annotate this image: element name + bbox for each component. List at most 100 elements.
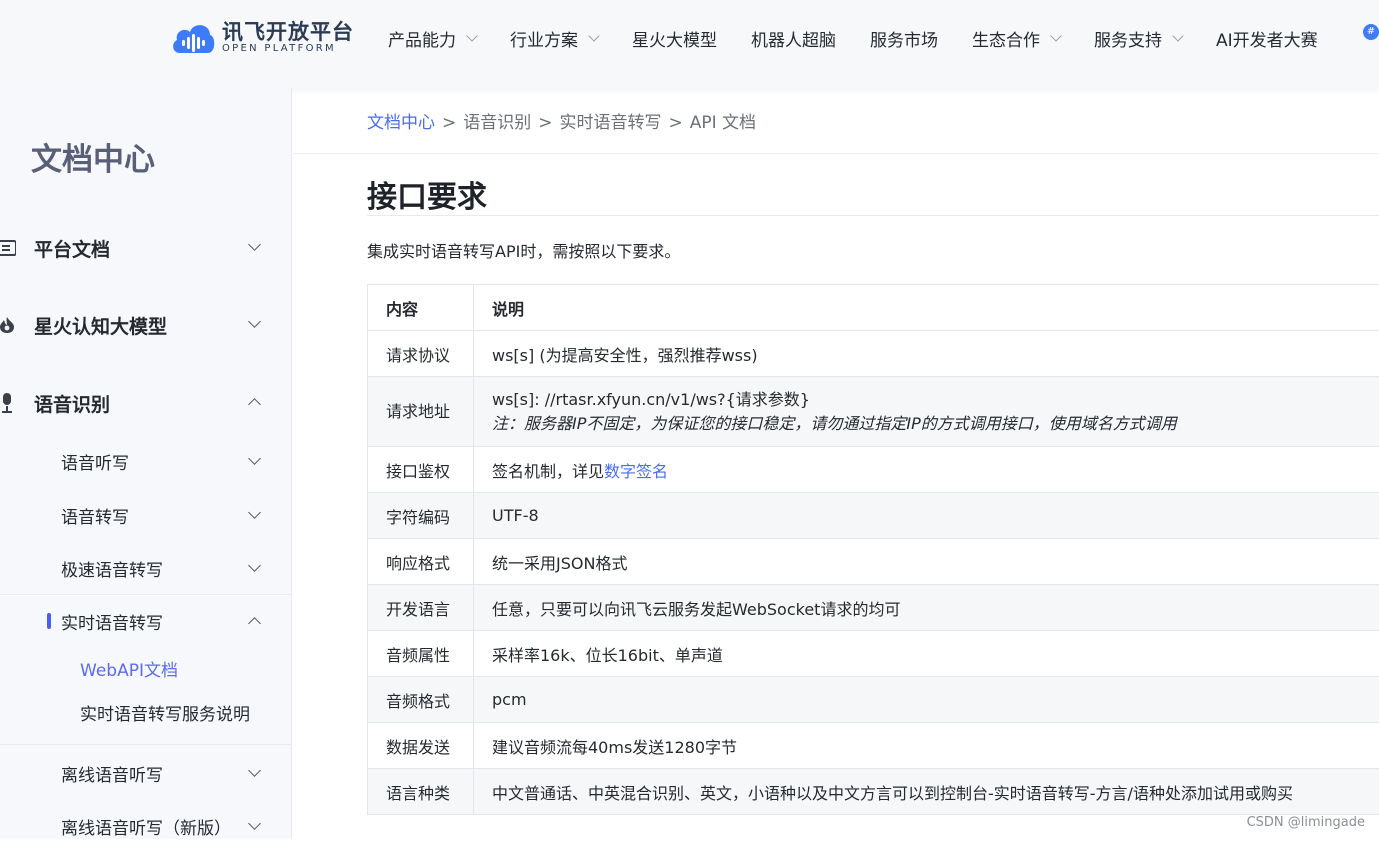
chevron-down-icon: [248, 452, 261, 465]
sidebar-leaf-service-description[interactable]: 实时语音转写服务说明: [0, 696, 292, 728]
breadcrumb-current: API 文档: [690, 113, 756, 133]
table-cell-name: 字符编码: [368, 493, 474, 539]
sidebar-item-speech-transcription[interactable]: 语音转写: [0, 497, 292, 533]
nav-item[interactable]: 产品能力: [388, 26, 476, 51]
sidebar-group-speech-recognition[interactable]: 语音识别: [0, 383, 292, 423]
chevron-down-icon: [248, 764, 261, 777]
digital-signature-link[interactable]: 数字签名: [604, 462, 668, 481]
chevron-down-icon: [248, 506, 261, 519]
chevron-down-icon: [248, 817, 261, 830]
main-nav: 产品能力 行业方案 星火大模型 机器人超脑 服务市场 生态合作 服务支持 AI开发者大赛: [388, 26, 1352, 51]
table-cell-desc: 统一采用JSON格式: [474, 539, 1379, 585]
title-divider: [367, 215, 1379, 216]
breadcrumb-item[interactable]: 实时语音转写: [560, 113, 662, 133]
nav-item-label: AI开发者大赛: [1216, 26, 1318, 51]
table-cell-name: 请求协议: [368, 331, 474, 377]
table-cell-name: 语言种类: [368, 769, 474, 815]
table-row: 语言种类中文普通话、中英混合识别、英文，小语种以及中文方言可以到控制台-实时语音…: [368, 769, 1379, 815]
breadcrumb: 文档中心 > 语音识别 > 实时语音转写 > API 文档: [367, 108, 756, 133]
table-cell-text: pcm: [492, 690, 527, 709]
requirements-table: 内容 说明 请求协议ws[s] (为提高安全性，强烈推荐wss)请求地址ws[s…: [367, 284, 1379, 815]
spark-icon: [0, 316, 16, 334]
table-cell-desc: 中文普通话、中英混合识别、英文，小语种以及中文方言可以到控制台-实时语音转写-方…: [474, 769, 1379, 815]
sidebar-leaf-label: 实时语音转写服务说明: [80, 700, 250, 725]
table-cell-text: 任意，只要可以向讯飞云服务发起WebSocket请求的均可: [492, 600, 900, 619]
logo[interactable]: 讯飞开放平台 OPEN PLATFORM: [170, 18, 354, 58]
chevron-up-icon: [248, 398, 261, 411]
sidebar-divider: [0, 744, 292, 745]
intro-text: 集成实时语音转写API时，需按照以下要求。: [367, 238, 680, 262]
table-row: 开发语言任意，只要可以向讯飞云服务发起WebSocket请求的均可: [368, 585, 1379, 631]
nav-item-label: 服务市场: [870, 26, 938, 51]
nav-item-label: 行业方案: [510, 26, 578, 51]
table-cell-desc: UTF-8: [474, 493, 1379, 539]
sidebar-group-label: 星火认知大模型: [34, 312, 167, 339]
table-cell-name: 开发语言: [368, 585, 474, 631]
breadcrumb-link-doc-center[interactable]: 文档中心: [367, 113, 435, 133]
chevron-down-icon: [248, 559, 261, 572]
sidebar-item-label: 极速语音转写: [61, 556, 163, 581]
sidebar-item-label: 语音转写: [61, 503, 129, 528]
nav-badge: #: [1363, 24, 1379, 40]
nav-item[interactable]: 星火大模型: [632, 26, 717, 51]
sidebar-title: 文档中心: [31, 134, 155, 179]
table-row: 音频格式 pcm: [368, 677, 1379, 723]
table-cell-desc: 建议音频流每40ms发送1280字节: [474, 723, 1379, 769]
page-title: 接口要求: [367, 172, 487, 216]
breadcrumb-separator: >: [538, 113, 552, 133]
table-cell-name: 响应格式: [368, 539, 474, 585]
nav-item-label: 星火大模型: [632, 26, 717, 51]
sidebar-group-label: 平台文档: [34, 235, 110, 262]
microphone-icon: [0, 394, 16, 412]
sidebar-divider: [0, 594, 292, 595]
nav-item-label: 产品能力: [388, 26, 456, 51]
table-row: 字符编码 UTF-8: [368, 493, 1379, 539]
chevron-down-icon: [1050, 30, 1061, 41]
table-row: 请求地址ws[s]: //rtasr.xfyun.cn/v1/ws?{请求参数}…: [368, 377, 1379, 447]
sidebar-item-fast-transcription[interactable]: 极速语音转写: [0, 550, 292, 586]
chevron-down-icon: [1172, 30, 1183, 41]
sidebar-group-spark-model[interactable]: 星火认知大模型: [0, 305, 292, 345]
table-cell-desc: 签名机制，详见数字签名: [474, 447, 1379, 493]
nav-item[interactable]: 服务市场: [870, 26, 938, 51]
sidebar-leaf-label: WebAPI文档: [80, 656, 178, 681]
sidebar-item-label: 离线语音听写（新版）: [61, 814, 231, 839]
nav-item-label: 生态合作: [972, 26, 1040, 51]
table-header-cell: 说明: [474, 285, 1379, 331]
breadcrumb-separator: >: [442, 113, 456, 133]
sidebar-leaf-webapi-doc[interactable]: WebAPI文档: [0, 652, 292, 684]
chevron-down-icon: [248, 238, 261, 251]
sidebar: 文档中心 平台文档 星火认知大模型 语音识别 语音听写 语音转写 极速语音转写: [0, 88, 292, 839]
nav-item[interactable]: 生态合作: [972, 26, 1060, 51]
sidebar-item-realtime-transcription[interactable]: 实时语音转写: [0, 603, 292, 639]
logo-cloud-icon: [170, 19, 216, 57]
table-cell-name: 数据发送: [368, 723, 474, 769]
sidebar-group-label: 语音识别: [34, 390, 110, 417]
breadcrumb-item[interactable]: 语音识别: [463, 113, 531, 133]
breadcrumb-divider: [293, 153, 1379, 154]
document-list-icon: [0, 239, 16, 257]
watermark: CSDN @limingade: [1247, 815, 1365, 830]
breadcrumb-separator: >: [669, 113, 683, 133]
table-cell-text: 统一采用JSON格式: [492, 554, 627, 573]
table-cell-name: 音频属性: [368, 631, 474, 677]
sidebar-group-platform-docs[interactable]: 平台文档: [0, 228, 292, 268]
sidebar-item-speech-dictation[interactable]: 语音听写: [0, 443, 292, 479]
table-cell-name: 音频格式: [368, 677, 474, 723]
nav-item[interactable]: 机器人超脑: [751, 26, 836, 51]
table-cell-text: ws[s]: //rtasr.xfyun.cn/v1/ws?{请求参数}: [492, 390, 810, 409]
chevron-up-icon: [248, 617, 261, 630]
sidebar-item-label: 实时语音转写: [61, 609, 163, 634]
sidebar-item-label: 离线语音听写: [61, 761, 163, 786]
active-marker: [47, 613, 51, 629]
table-cell-text: UTF-8: [492, 506, 539, 525]
top-navbar: 讯飞开放平台 OPEN PLATFORM 产品能力 行业方案 星火大模型 机器人超脑 服…: [0, 0, 1379, 88]
nav-item[interactable]: 行业方案: [510, 26, 598, 51]
nav-item[interactable]: 服务支持: [1094, 26, 1182, 51]
nav-item[interactable]: AI开发者大赛: [1216, 26, 1318, 51]
table-cell-text: 中文普通话、中英混合识别、英文，小语种以及中文方言可以到控制台-实时语音转写-方…: [492, 784, 1293, 803]
sidebar-item-offline-dictation[interactable]: 离线语音听写: [0, 755, 292, 791]
table-cell-text: ws[s] (为提高安全性，强烈推荐wss): [492, 346, 758, 365]
table-row: 响应格式统一采用JSON格式: [368, 539, 1379, 585]
nav-item-label: 机器人超脑: [751, 26, 836, 51]
